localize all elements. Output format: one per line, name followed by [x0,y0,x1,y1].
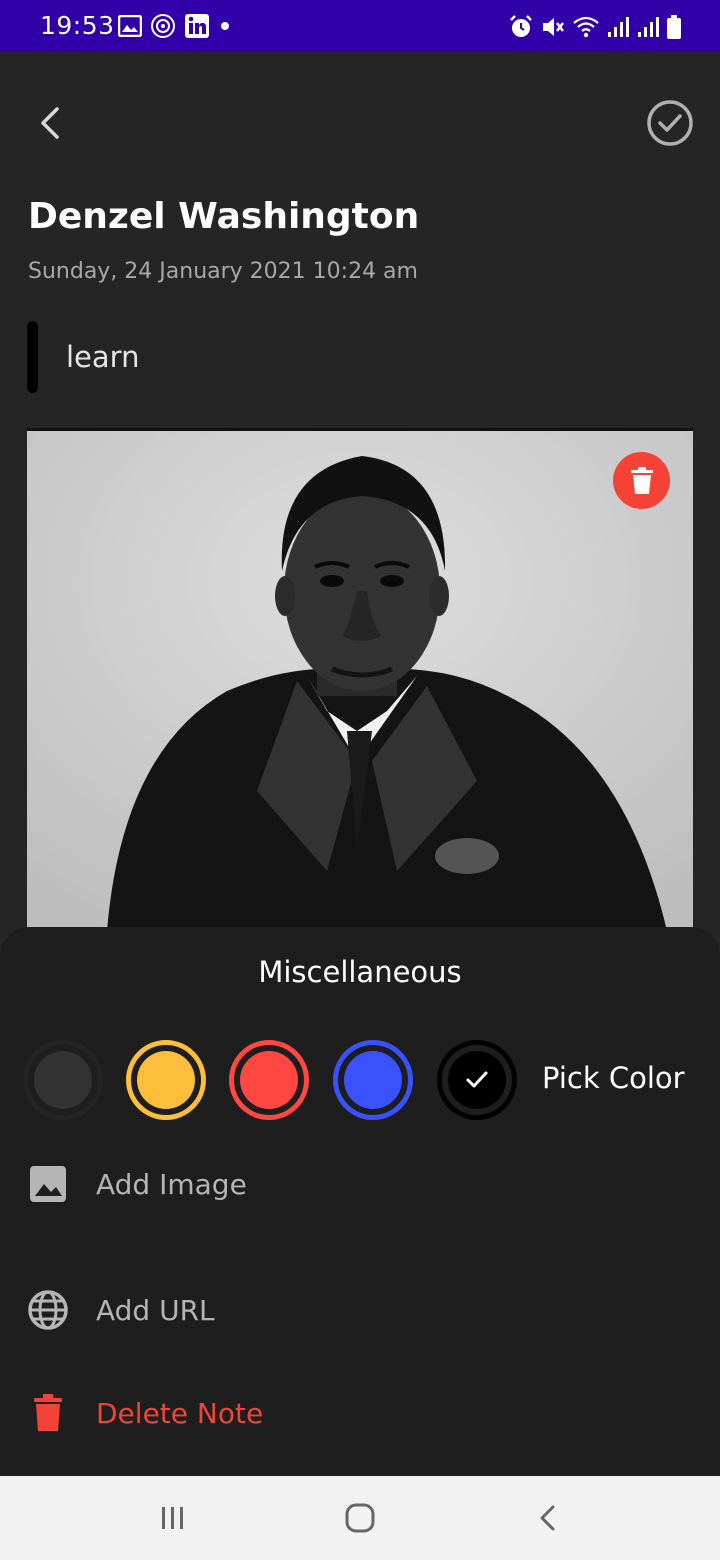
delete-note-item[interactable]: Delete Note [24,1385,424,1441]
manchester-united-icon [151,14,175,38]
color-swatch-default-fill [34,1051,92,1109]
signal-icon [608,17,629,37]
add-url-label: Add URL [96,1293,215,1327]
signal-icon [638,17,659,37]
add-image-label: Add Image [96,1167,247,1201]
chevron-left-icon [41,107,59,139]
color-swatch-yellow[interactable] [126,1040,206,1120]
add-url-item[interactable]: Add URL [24,1282,424,1338]
note-datetime: Sunday, 24 January 2021 10:24 am [28,259,418,284]
wifi-icon [573,16,599,38]
color-swatch-blue[interactable] [333,1040,413,1120]
save-note-button[interactable] [642,95,698,151]
status-time: 19:53 [40,11,115,40]
image-icon [118,15,142,37]
trash-icon [34,1394,62,1431]
note-title[interactable]: Denzel Washington [28,196,419,237]
remove-image-button[interactable] [613,452,670,509]
home-icon [345,1503,375,1533]
sheet-title[interactable]: Miscellaneous [0,955,720,989]
pick-color-button[interactable]: Pick Color [542,1061,685,1095]
check-circle-icon [647,100,693,146]
system-back-button[interactable] [518,1492,578,1544]
status-bar: 19:53 [0,0,720,52]
add-image-item[interactable]: Add Image [24,1156,424,1212]
recents-button[interactable] [143,1492,203,1544]
miscellaneous-sheet: Miscellaneous Pick Color Add Image Add U… [0,927,720,1476]
linkedin-icon [185,14,209,38]
color-swatch-black[interactable] [437,1040,517,1120]
globe-icon [28,1290,68,1330]
battery-icon [667,15,681,39]
alarm-icon [510,15,532,37]
delete-note-label: Delete Note [96,1396,264,1430]
color-swatch-yellow-fill [137,1051,195,1109]
trash-icon [630,466,653,494]
color-swatch-red-fill [240,1051,298,1109]
note-image [27,428,693,928]
back-icon [540,1505,555,1531]
back-button[interactable] [22,95,78,151]
note-subtitle[interactable]: learn [66,340,139,374]
color-swatch-black-fill [448,1051,506,1109]
recents-icon [162,1507,183,1529]
portrait-photo [27,431,693,928]
navigation-bar [0,1476,720,1560]
mute-icon [543,18,564,36]
dot-icon [221,22,229,30]
color-swatch-default[interactable] [23,1040,103,1120]
check-icon [466,1071,488,1088]
home-button[interactable] [330,1492,390,1544]
subtitle-indicator [27,321,38,393]
color-swatch-red[interactable] [229,1040,309,1120]
image-icon [30,1166,66,1202]
color-swatch-blue-fill [344,1051,402,1109]
